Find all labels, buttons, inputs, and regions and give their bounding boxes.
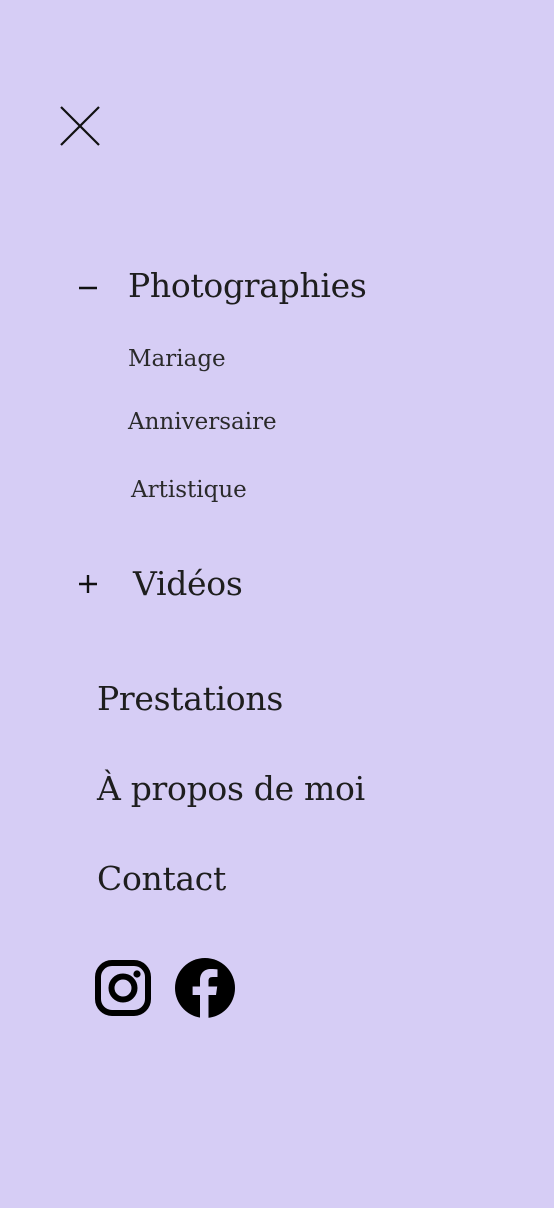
- menu-link-prestations[interactable]: Prestations: [97, 679, 283, 718]
- facebook-link[interactable]: [174, 957, 236, 1019]
- minus-icon: [79, 286, 97, 289]
- instagram-link[interactable]: [94, 959, 152, 1017]
- section-label: Photographies: [128, 266, 367, 305]
- section-label: Vidéos: [133, 564, 243, 603]
- instagram-icon: [95, 960, 151, 1016]
- facebook-icon: [175, 958, 235, 1019]
- collapse-toggle[interactable]: [74, 272, 102, 300]
- submenu-item-mariage[interactable]: Mariage: [128, 346, 226, 372]
- expand-toggle[interactable]: [74, 570, 102, 598]
- close-menu-button[interactable]: [58, 104, 102, 148]
- menu-link-a-propos[interactable]: À propos de moi: [97, 769, 365, 808]
- menu-link-contact[interactable]: Contact: [97, 859, 226, 898]
- plus-icon: [79, 574, 97, 593]
- submenu-item-anniversaire[interactable]: Anniversaire: [128, 409, 277, 435]
- menu-section-videos[interactable]: Vidéos: [74, 564, 243, 603]
- submenu-item-artistique[interactable]: Artistique: [131, 477, 247, 503]
- close-icon: [60, 106, 100, 146]
- social-links: [94, 957, 236, 1019]
- menu-section-photographies[interactable]: Photographies: [74, 266, 367, 305]
